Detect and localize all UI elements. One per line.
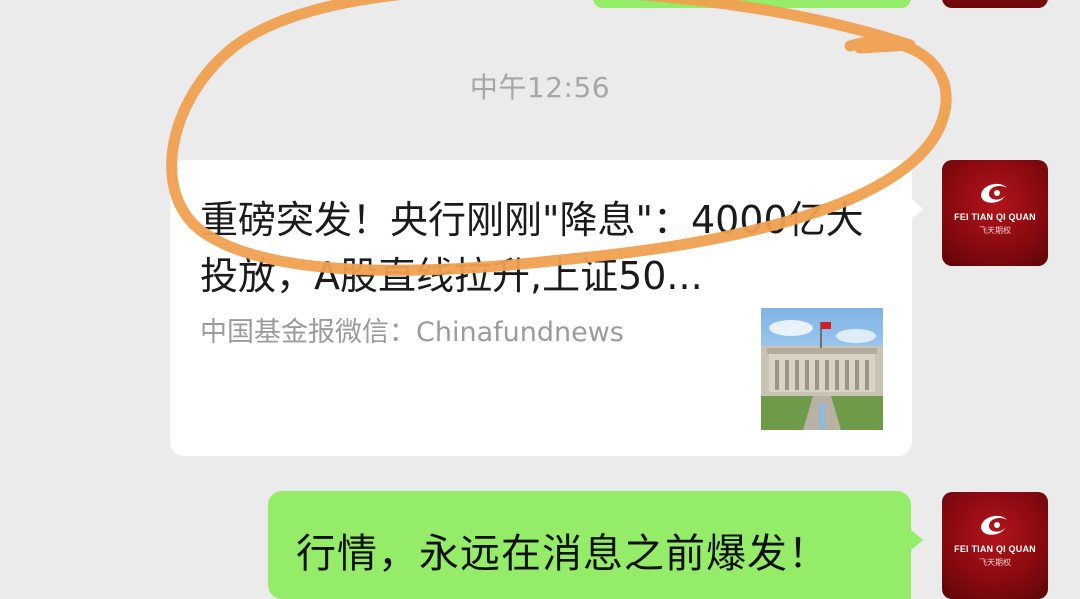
previous-message-bubble[interactable] [593,0,911,8]
article-source: 中国基金报微信：Chinafundnews [200,317,624,348]
bubble-tail [910,529,923,551]
avatar-brand-cn: 飞天期权 [979,226,1011,235]
chat-window: 中午12:56 重磅突发！央行刚刚"降息"：4000亿大投放，A股直线拉升,上证… [0,0,1080,599]
feitian-logo-icon [981,515,1007,535]
article-title: 重磅突发！央行刚刚"降息"：4000亿大投放，A股直线拉升,上证50... [200,198,864,298]
avatar-brand-cn: 飞天期权 [979,558,1011,567]
shared-article-card[interactable]: 重磅突发！央行刚刚"降息"：4000亿大投放，A股直线拉升,上证50... 中国… [170,160,923,456]
article-thumbnail [761,308,883,430]
bubble-tail [911,198,923,220]
feitian-logo-icon [981,183,1007,203]
message-timestamp: 中午12:56 [469,71,611,104]
message-text: 行情，永远在消息之前爆发！ [296,531,829,577]
sent-message-bubble[interactable]: 行情，永远在消息之前爆发！ [268,491,923,599]
avatar-brand-text: FEI TIAN QI QUAN [954,544,1036,554]
avatar-brand-text: FEI TIAN QI QUAN [954,212,1036,222]
sender-avatar[interactable]: FEI TIAN QI QUAN 飞天期权 [942,160,1048,266]
previous-sender-avatar[interactable] [942,0,1048,8]
sender-avatar[interactable]: FEI TIAN QI QUAN 飞天期权 [942,492,1048,599]
